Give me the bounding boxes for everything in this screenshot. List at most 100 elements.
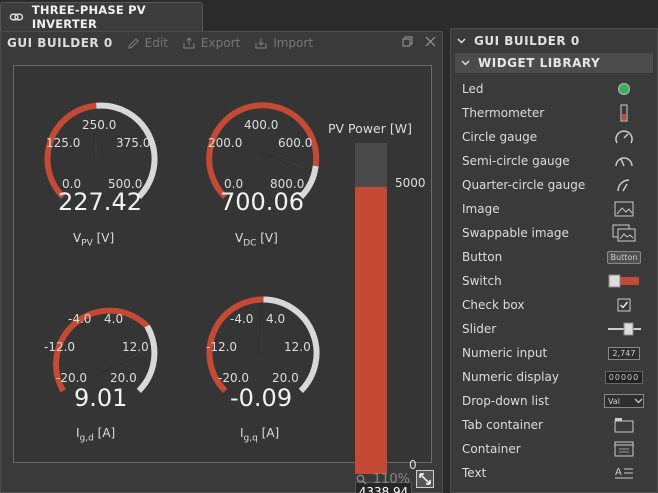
- numeric-input-icon: 2,747: [607, 344, 641, 362]
- widget-item-button[interactable]: Button Button: [451, 245, 657, 269]
- checkbox-icon: [607, 296, 641, 314]
- gauge-vdc-value: 700.06: [220, 188, 304, 216]
- zoom-icon: [356, 474, 367, 485]
- gauge-igq-tick-min: -20.0: [218, 371, 250, 385]
- widget-item-switch[interactable]: Switch: [451, 269, 657, 293]
- gauge-igq-tick-max: 12.0: [284, 340, 311, 354]
- widget-library-section[interactable]: WIDGET LIBRARY: [455, 53, 653, 73]
- chevron-down-icon: [457, 38, 466, 44]
- gauge-igd[interactable]: -4.0 4.0 -12.0 12.0 -20.0 20.0 9.01 Ig,d…: [36, 288, 166, 448]
- gauge-vpv-label: VPV [V]: [73, 231, 115, 249]
- gauge-igq-label: Ig,q [A]: [240, 426, 280, 444]
- gauge-igq-tick-mid: -4.0: [230, 312, 254, 326]
- builder-title: GUI BUILDER 0: [7, 36, 113, 50]
- chevron-down-icon: [461, 60, 470, 66]
- gauge-vpv-tick-q3: 375.0: [116, 136, 151, 150]
- export-label: Export: [200, 36, 241, 50]
- widget-item-drop-down-list[interactable]: Drop-down list Val: [451, 389, 657, 413]
- builder-toolbar: GUI BUILDER 0 Edit Export Import: [1, 32, 442, 54]
- gauge-vpv-tick-mid: 250.0: [82, 118, 117, 132]
- gauge-igd-tick-max2: 20.0: [110, 371, 137, 385]
- restore-icon[interactable]: [402, 36, 413, 47]
- link-icon: [9, 13, 24, 21]
- pencil-icon: [127, 37, 139, 49]
- export-icon: [183, 36, 195, 49]
- gauge-igd-tick-mid: -4.0: [68, 312, 92, 326]
- gauge-igq-tick-q1: -12.0: [206, 340, 238, 354]
- widget-item-quarter-circle-gauge[interactable]: Quarter-circle gauge: [451, 173, 657, 197]
- gauge-igd-tick-max: 12.0: [122, 340, 149, 354]
- gauge-vdc[interactable]: 400.0 200.0 600.0 0.0 800.0 700.06 VDC […: [198, 94, 328, 254]
- zoom-level: 110%: [372, 471, 410, 487]
- gauge-vdc-label: VDC [V]: [235, 231, 278, 249]
- slider-icon: [607, 320, 641, 338]
- widget-item-numeric-display[interactable]: Numeric display 00000: [451, 365, 657, 389]
- thermometer-icon: [607, 104, 641, 122]
- widget-item-circle-gauge[interactable]: Circle gauge: [451, 125, 657, 149]
- pv-power-title: PV Power [W]: [328, 121, 412, 136]
- gauge-igd-value: 9.01: [74, 384, 128, 412]
- widget-item-semi-circle-gauge[interactable]: Semi-circle gauge: [451, 149, 657, 173]
- widget-library-title: WIDGET LIBRARY: [478, 56, 601, 70]
- library-header-title: GUI BUILDER 0: [474, 34, 580, 48]
- widget-item-thermometer[interactable]: Thermometer: [451, 101, 657, 125]
- image-icon: [607, 200, 641, 218]
- builder-canvas: 250.0 125.0 375.0 0.0 500.0 227.42 VPV […: [13, 65, 432, 493]
- gauge-igq-tick-q3: 4.0: [266, 312, 286, 326]
- widget-item-swappable-image[interactable]: Swappable image: [451, 221, 657, 245]
- expand-icon: [419, 473, 431, 485]
- import-icon: [255, 37, 267, 49]
- gui-builder-panel: GUI BUILDER 0 Edit Export Import 250.0 1…: [0, 31, 443, 493]
- gauge-igq-tick-max2: 20.0: [272, 371, 299, 385]
- pv-power-bar[interactable]: [355, 143, 387, 474]
- semi-circle-gauge-icon: [607, 152, 641, 170]
- widget-item-image[interactable]: Image: [451, 197, 657, 221]
- widget-item-numeric-input[interactable]: Numeric input 2,747: [451, 341, 657, 365]
- svg-text:A: A: [615, 467, 622, 478]
- gauge-vdc-tick-q1: 200.0: [208, 136, 243, 150]
- gauge-vdc-tick-mid: 400.0: [244, 118, 279, 132]
- widget-item-tab-container[interactable]: Tab container: [451, 413, 657, 437]
- button-icon: Button: [606, 248, 642, 266]
- close-icon[interactable]: [425, 36, 436, 47]
- widget-list: Led Thermometer Circle gauge Semi-circle…: [451, 77, 657, 485]
- text-icon: A: [607, 464, 641, 482]
- container-icon: [607, 440, 641, 458]
- widget-item-container[interactable]: Container: [451, 437, 657, 461]
- import-button[interactable]: Import: [254, 36, 313, 50]
- switch-icon: [607, 272, 641, 290]
- gauge-vdc-tick-q3: 600.0: [278, 136, 313, 150]
- edit-label: Edit: [144, 36, 168, 50]
- numeric-display-icon: 00000: [604, 368, 644, 386]
- dropdown-icon: Val: [601, 392, 647, 410]
- library-header[interactable]: GUI BUILDER 0: [451, 29, 657, 53]
- led-icon: [607, 80, 641, 98]
- circle-gauge-icon: [607, 128, 641, 146]
- gauge-igd-tick-min: -20.0: [56, 371, 88, 385]
- tab-title: THREE-PHASE PV INVERTER: [31, 3, 146, 31]
- quarter-circle-gauge-icon: [607, 176, 641, 194]
- gauge-igd-label: Ig,d [A]: [76, 426, 116, 444]
- gauge-igd-tick-q1: -12.0: [44, 340, 76, 354]
- gauge-igd-tick-q3: 4.0: [104, 312, 124, 326]
- gauge-vpv-tick-q1: 125.0: [46, 136, 81, 150]
- fit-to-view-button[interactable]: [416, 470, 434, 488]
- edit-button[interactable]: Edit: [127, 36, 168, 50]
- widget-item-slider[interactable]: Slider: [451, 317, 657, 341]
- widget-item-text[interactable]: Text A: [451, 461, 657, 485]
- widget-item-led[interactable]: Led: [451, 77, 657, 101]
- gauge-vpv[interactable]: 250.0 125.0 375.0 0.0 500.0 227.42 VPV […: [36, 94, 166, 254]
- import-label: Import: [273, 36, 314, 50]
- pv-power-max-label: 5000: [395, 176, 426, 190]
- export-button[interactable]: Export: [182, 36, 240, 50]
- gauge-vpv-value: 227.42: [58, 188, 142, 216]
- gauge-igq[interactable]: -4.0 4.0 -12.0 12.0 -20.0 20.0 -0.09 Ig,…: [198, 288, 328, 448]
- widget-library-panel: GUI BUILDER 0 WIDGET LIBRARY Led Thermom…: [450, 28, 658, 493]
- gauge-igq-value: -0.09: [230, 384, 293, 412]
- widget-item-check-box[interactable]: Check box: [451, 293, 657, 317]
- tab-container-icon: [607, 416, 641, 434]
- zoom-control: 110%: [356, 470, 434, 488]
- swappable-image-icon: [607, 224, 641, 242]
- tab-three-phase-pv-inverter[interactable]: THREE-PHASE PV INVERTER: [0, 2, 203, 31]
- panel-window-controls: [402, 36, 436, 47]
